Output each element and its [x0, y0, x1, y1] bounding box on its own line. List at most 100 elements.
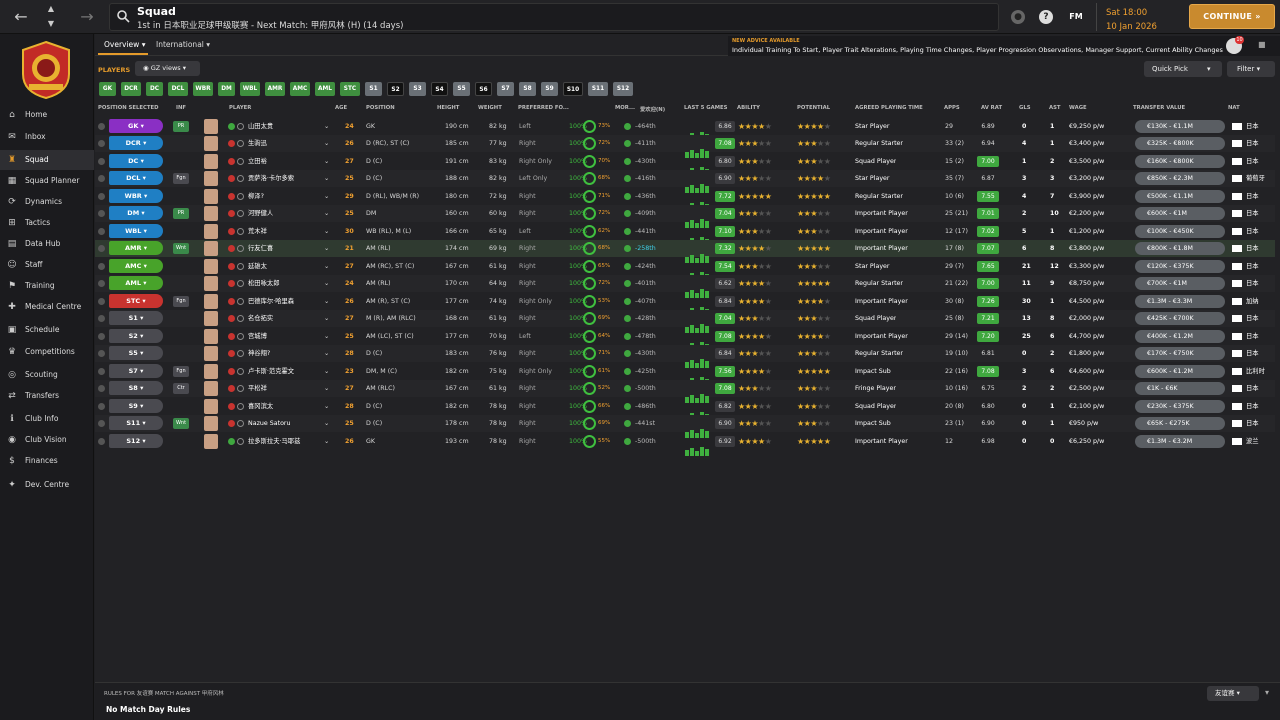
- title-search-box[interactable]: Squad 1st in 日本职业足球甲级联赛 - Next Match: 甲府…: [109, 3, 999, 31]
- position-selector[interactable]: S7 ▾: [109, 364, 163, 378]
- chevron-down-icon[interactable]: ⌄: [324, 293, 329, 310]
- position-filter-amr[interactable]: AMR: [265, 82, 285, 96]
- tab-international[interactable]: International ▾: [156, 40, 210, 49]
- table-row[interactable]: AML ▾ 松田咏太郎 ⌄ 24 AM (RL) 170 cm 64 kg Right 100%…: [95, 275, 1275, 298]
- competition-dropdown[interactable]: 友谊赛 ▾: [1207, 686, 1259, 701]
- position-selector[interactable]: AMC ▾: [109, 259, 163, 273]
- sidebar-item-squad-planner[interactable]: ▦ Squad Planner: [0, 171, 94, 191]
- position-selector[interactable]: S2 ▾: [109, 329, 163, 343]
- column-header-position[interactable]: POSITION: [366, 105, 395, 111]
- column-header-weight[interactable]: WEIGHT: [478, 105, 502, 111]
- column-header-foot[interactable]: PREFERRED FO...: [518, 105, 569, 111]
- position-filter-dcl[interactable]: DCL: [168, 82, 188, 96]
- player-name[interactable]: 荒木祥: [248, 223, 320, 240]
- sidebar-item-schedule[interactable]: ▣ Schedule: [0, 320, 94, 340]
- chevron-down-icon[interactable]: ⌄: [324, 275, 329, 292]
- position-selector[interactable]: GK ▾: [109, 119, 163, 133]
- select-radio[interactable]: [98, 385, 105, 392]
- position-filter-wbl[interactable]: WBL: [240, 82, 260, 96]
- table-row[interactable]: DCL ▾ Fgn 贡萨洛·卡尔多索 ⌄ 25 D (C) 188 cm 82 kg Left …: [95, 170, 1275, 193]
- position-filter-s11[interactable]: S11: [588, 82, 608, 96]
- sidebar-item-club-vision[interactable]: ◉ Club Vision: [0, 430, 94, 450]
- position-selector[interactable]: DM ▾: [109, 206, 163, 220]
- down-chevron-icon[interactable]: ▼: [40, 17, 62, 31]
- position-filter-s6[interactable]: S6: [475, 82, 492, 96]
- table-row[interactable]: S12 ▾ 拉多斯拉夫·马耶兹 ⌄ 26 GK 193 cm 78 kg Right 100% 5…: [95, 433, 1275, 456]
- sidebar-item-data-hub[interactable]: ▤ Data Hub: [0, 234, 94, 254]
- column-header-apps[interactable]: APPS: [944, 105, 960, 111]
- sidebar-item-tactics[interactable]: ⊞ Tactics: [0, 213, 94, 233]
- skull-icon[interactable]: ●: [1011, 10, 1025, 24]
- position-filter-s9[interactable]: S9: [541, 82, 558, 96]
- column-header-pop[interactable]: 爱欢迎(N): [640, 105, 665, 113]
- position-selector[interactable]: DCL ▾: [109, 171, 163, 185]
- sidebar-item-inbox[interactable]: ✉ Inbox: [0, 127, 94, 147]
- collapse-chevron-icon[interactable]: ▾: [1265, 688, 1269, 697]
- position-selector[interactable]: WBR ▾: [109, 189, 163, 203]
- back-arrow-icon[interactable]: ←: [10, 6, 32, 28]
- chevron-down-icon[interactable]: ⌄: [324, 170, 329, 187]
- up-chevron-icon[interactable]: ▲: [40, 2, 62, 16]
- position-selector[interactable]: S1 ▾: [109, 311, 163, 325]
- table-row[interactable]: DCR ▾ 生驹迅 ⌄ 26 D (RC), ST (C) 185 cm 77 kg Righ…: [95, 135, 1275, 158]
- position-selector[interactable]: WBL ▾: [109, 224, 163, 238]
- select-radio[interactable]: [98, 228, 105, 235]
- table-row[interactable]: S9 ▾ 喜冈滨太 ⌄ 28 D (C) 182 cm 78 kg Right 100% 66% -…: [95, 398, 1275, 421]
- sidebar-item-scouting[interactable]: ◎ Scouting: [0, 365, 94, 385]
- position-filter-s8[interactable]: S8: [519, 82, 536, 96]
- chevron-down-icon[interactable]: ⌄: [324, 135, 329, 152]
- select-radio[interactable]: [98, 123, 105, 130]
- sidebar-item-finances[interactable]: $ Finances: [0, 451, 94, 471]
- table-row[interactable]: STC ▾ Fgn 巴德库尔·哈里森 ⌄ 26 AM (R), ST (C) 177 cm 7…: [95, 293, 1275, 316]
- select-radio[interactable]: [98, 140, 105, 147]
- position-selector[interactable]: S12 ▾: [109, 434, 163, 448]
- column-header-playing-time[interactable]: AGREED PLAYING TIME: [855, 105, 923, 111]
- sidebar-item-staff[interactable]: ☺ Staff: [0, 255, 94, 275]
- position-filter-s1[interactable]: S1: [365, 82, 382, 96]
- lock-icon[interactable]: ■: [1258, 40, 1266, 49]
- player-name[interactable]: 拉多斯拉夫·马耶兹: [248, 433, 320, 450]
- select-radio[interactable]: [98, 368, 105, 375]
- chevron-down-icon[interactable]: ⌄: [324, 153, 329, 170]
- chevron-down-icon[interactable]: ⌄: [324, 223, 329, 240]
- chevron-down-icon[interactable]: ⌄: [324, 363, 329, 380]
- player-name[interactable]: 立田裕: [248, 153, 320, 170]
- player-name[interactable]: 神谷翔?: [248, 345, 320, 362]
- column-header-mor[interactable]: MOR...: [615, 105, 635, 111]
- player-name[interactable]: 河野健人: [248, 205, 320, 222]
- select-radio[interactable]: [98, 245, 105, 252]
- table-row[interactable]: S5 ▾ 神谷翔? ⌄ 28 D (C) 183 cm 76 kg Right 100% 71% -…: [95, 345, 1275, 368]
- column-header-nat[interactable]: NAT: [1228, 105, 1240, 111]
- help-icon[interactable]: ?: [1039, 10, 1053, 24]
- position-selector[interactable]: STC ▾: [109, 294, 163, 308]
- player-name[interactable]: 延雄太: [248, 258, 320, 275]
- chevron-down-icon[interactable]: ⌄: [324, 205, 329, 222]
- select-radio[interactable]: [98, 175, 105, 182]
- position-selector[interactable]: S9 ▾: [109, 399, 163, 413]
- player-name[interactable]: 卢卡斯·范克霍文: [248, 363, 320, 380]
- position-selector[interactable]: S11 ▾: [109, 416, 163, 430]
- column-header-tv[interactable]: TRANSFER VALUE: [1133, 105, 1185, 111]
- player-name[interactable]: 生驹迅: [248, 135, 320, 152]
- player-name[interactable]: 行友仁喜: [248, 240, 320, 257]
- player-name[interactable]: 山田太贵: [248, 118, 320, 135]
- position-selector[interactable]: AML ▾: [109, 276, 163, 290]
- sidebar-item-training[interactable]: ⚑ Training: [0, 276, 94, 296]
- select-radio[interactable]: [98, 333, 105, 340]
- chevron-down-icon[interactable]: ⌄: [324, 415, 329, 432]
- position-filter-aml[interactable]: AML: [315, 82, 335, 96]
- player-name[interactable]: Nazue Satoru: [248, 415, 320, 432]
- chevron-down-icon[interactable]: ⌄: [324, 310, 329, 327]
- position-filter-stc[interactable]: STC: [340, 82, 360, 96]
- position-filter-gk[interactable]: GK: [99, 82, 116, 96]
- column-header-ability[interactable]: ABILITY: [737, 105, 760, 111]
- forward-arrow-icon[interactable]: →: [76, 6, 98, 28]
- table-row[interactable]: DM ▾ PR 河野健人 ⌄ 25 DM 160 cm 60 kg Right 100% 72% -4…: [95, 205, 1275, 228]
- position-selector[interactable]: DC ▾: [109, 154, 163, 168]
- column-header-potential[interactable]: POTENTIAL: [797, 105, 830, 111]
- chevron-down-icon[interactable]: ⌄: [324, 380, 329, 397]
- table-row[interactable]: S7 ▾ Fgn 卢卡斯·范克霍文 ⌄ 23 DM, M (C) 182 cm 75 kg Ri…: [95, 363, 1275, 386]
- player-name[interactable]: 宫城博: [248, 328, 320, 345]
- table-row[interactable]: GK ▾ PR 山田太贵 ⌄ 24 GK 190 cm 82 kg Left 100% 73% -46…: [95, 118, 1275, 141]
- column-header-pos-sel[interactable]: POSITION SELECTED: [98, 105, 158, 111]
